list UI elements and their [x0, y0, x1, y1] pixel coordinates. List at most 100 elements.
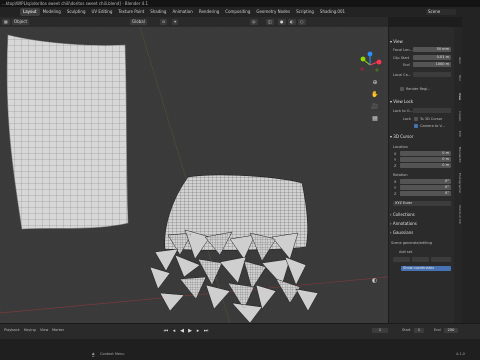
3d-cursor-section-header[interactable]: ▾ 3D Cursor [390, 134, 452, 139]
shading-material-icon[interactable]: ◐ [288, 19, 296, 25]
clip-start-field[interactable]: 0.01 m [413, 55, 451, 60]
play-reverse-icon[interactable]: ◀ [179, 328, 185, 334]
clip-start-label: Clip Start [393, 56, 410, 60]
zoom-icon[interactable]: ⊕ [370, 77, 380, 89]
sidebar-tab-view[interactable]: View [454, 93, 462, 100]
shading-rendered-icon[interactable]: ○ [298, 19, 306, 25]
sidebar-tab-create[interactable]: Create [454, 111, 462, 121]
sidebar-tab-item[interactable]: Item [454, 57, 462, 64]
local-camera-field[interactable] [413, 72, 451, 77]
focal-length-label: Focal Len... [393, 48, 413, 52]
start-frame-field[interactable]: 1 [414, 328, 424, 333]
add-set-field-c[interactable] [431, 257, 451, 262]
loc-z-field[interactable]: 0 m [400, 163, 451, 168]
pivot-icon[interactable]: ⊙ [160, 19, 168, 25]
rot-z-field[interactable]: 0° [400, 191, 451, 196]
rot-x-field[interactable]: 0° [400, 179, 451, 184]
tab-compositing[interactable]: Compositing [222, 8, 253, 16]
snap-icon[interactable]: ⌖ [172, 19, 179, 25]
tab-scripting[interactable]: Scripting [293, 8, 317, 16]
rot-y-label: Y [394, 186, 397, 190]
collections-section-header[interactable]: › Collections [390, 212, 452, 217]
end-label: End [434, 328, 441, 332]
sidebar-tabs: Item Tool View Create Edit BlenderKit Ph… [454, 27, 462, 323]
tab-modeling[interactable]: Modeling [40, 8, 64, 16]
play-icon[interactable]: ▶ [187, 328, 193, 334]
to-3d-cursor-checkbox[interactable] [414, 117, 418, 121]
lock-label: Lock [403, 117, 411, 121]
tab-sculpting[interactable]: Sculpting [64, 8, 89, 16]
camera-icon[interactable]: 🎥 [370, 101, 380, 113]
version-label: 4.1.0 [456, 352, 465, 356]
editor-type-button[interactable]: ▦ [2, 19, 10, 25]
view-lock-section-header[interactable]: ▾ View Lock [390, 99, 452, 104]
gizmo-toggle-icon[interactable]: ◐ [372, 277, 377, 284]
gaussians-section-header[interactable]: › Gaussians [390, 230, 452, 235]
local-camera-label: Local Ca... [393, 73, 412, 77]
tab-geometry-nodes[interactable]: Geometry Nodes [253, 8, 293, 16]
tab-uv-editing[interactable]: UV Editing [89, 8, 116, 16]
loc-x-label: X [394, 152, 397, 156]
context-menu-hint: Context Menu [100, 352, 125, 356]
rotation-label: Rotation [393, 173, 408, 177]
clip-end-label: End [403, 63, 410, 67]
annotations-section-header[interactable]: › Annotations [390, 221, 452, 226]
hand-icon[interactable]: ✋ [370, 89, 380, 101]
chip-bag-large[interactable] [6, 34, 129, 230]
sidebar-tab-tool[interactable]: Tool [454, 75, 462, 81]
view-section-header[interactable]: ▾ View [390, 39, 452, 44]
outliner-panel[interactable] [462, 17, 480, 323]
current-frame-field[interactable]: 1 [372, 328, 388, 333]
add-set-field-b[interactable] [412, 257, 429, 262]
transform-orientation[interactable]: Global [130, 19, 147, 25]
viewport-header: ▦ Object Global ⊙ ⌖ ◎ ◫ ● ◐ ○ [0, 17, 388, 27]
tab-shading[interactable]: Shading [147, 8, 169, 16]
tab-animation[interactable]: Animation [169, 8, 195, 16]
sidebar-tab-shortcut[interactable]: Shortcut VUr [454, 205, 462, 224]
render-region-checkbox[interactable] [400, 87, 404, 91]
rot-z-label: Z [394, 192, 397, 196]
3d-viewport[interactable]: ⊕ ✋ 🎥 ▦ ◐ [0, 27, 388, 323]
start-label: Start [402, 328, 411, 332]
workspace-tabs: Layout Modeling Sculpting UV Editing Tex… [0, 7, 480, 17]
xray-icon[interactable]: ◫ [266, 19, 274, 25]
next-key-icon[interactable]: ▸ [195, 328, 201, 334]
playback-menu[interactable]: Playback [4, 328, 20, 332]
scene-selector[interactable]: Scene [426, 9, 456, 15]
add-set-label: Add set [399, 250, 413, 254]
render-region-label: Render Regi... [406, 87, 431, 91]
lock-to-object-field[interactable] [413, 108, 451, 113]
add-set-field-a[interactable] [393, 257, 410, 262]
sidebar-tab-photographer[interactable]: Photographer [454, 173, 462, 193]
shading-solid-icon[interactable]: ● [278, 19, 286, 25]
tab-layout[interactable]: Layout [20, 8, 40, 16]
end-frame-field[interactable]: 250 [444, 328, 458, 333]
loc-y-label: Y [394, 158, 397, 162]
marker-menu[interactable]: Marker [52, 328, 64, 332]
rotation-mode-dropdown[interactable]: XYZ Euler [393, 201, 451, 206]
prev-key-icon[interactable]: ◂ [171, 328, 177, 334]
tab-rendering[interactable]: Rendering [196, 8, 222, 16]
mode-selector[interactable]: Object [12, 19, 30, 25]
camera-to-view-label: Camera to V... [420, 124, 445, 128]
lock-to-object-label: Lock to O... [393, 109, 413, 113]
keying-menu[interactable]: Keying [24, 328, 36, 332]
clip-end-field[interactable]: 1000 m [413, 62, 451, 67]
camera-to-view-checkbox[interactable] [414, 124, 418, 128]
focal-length-field[interactable]: 50 mm [413, 47, 451, 52]
tab-shading-001[interactable]: Shading.001 [317, 8, 348, 16]
overlay-icon[interactable]: ◎ [250, 19, 258, 25]
jump-start-icon[interactable]: ⏮ [163, 328, 169, 334]
sidebar-tab-blenderkit[interactable]: BlenderKit [454, 147, 462, 163]
rot-y-field[interactable]: 0° [400, 185, 451, 190]
loc-x-field[interactable]: 0 m [400, 151, 451, 156]
view-menu[interactable]: View [40, 328, 48, 332]
grid-view-icon[interactable]: ▦ [370, 113, 380, 125]
sidebar-tab-edit[interactable]: Edit [454, 131, 462, 137]
show-coordinates-button[interactable]: Show coordinates [401, 266, 451, 271]
jump-end-icon[interactable]: ⏭ [203, 328, 209, 334]
loc-y-field[interactable]: 0 m [400, 157, 451, 162]
mouse-icon: 🖱 [92, 352, 95, 357]
tab-texture-paint[interactable]: Texture Paint [115, 8, 147, 16]
window-title: ...ktop\WIPLIsp\doritos sweet chili\dori… [0, 0, 480, 7]
